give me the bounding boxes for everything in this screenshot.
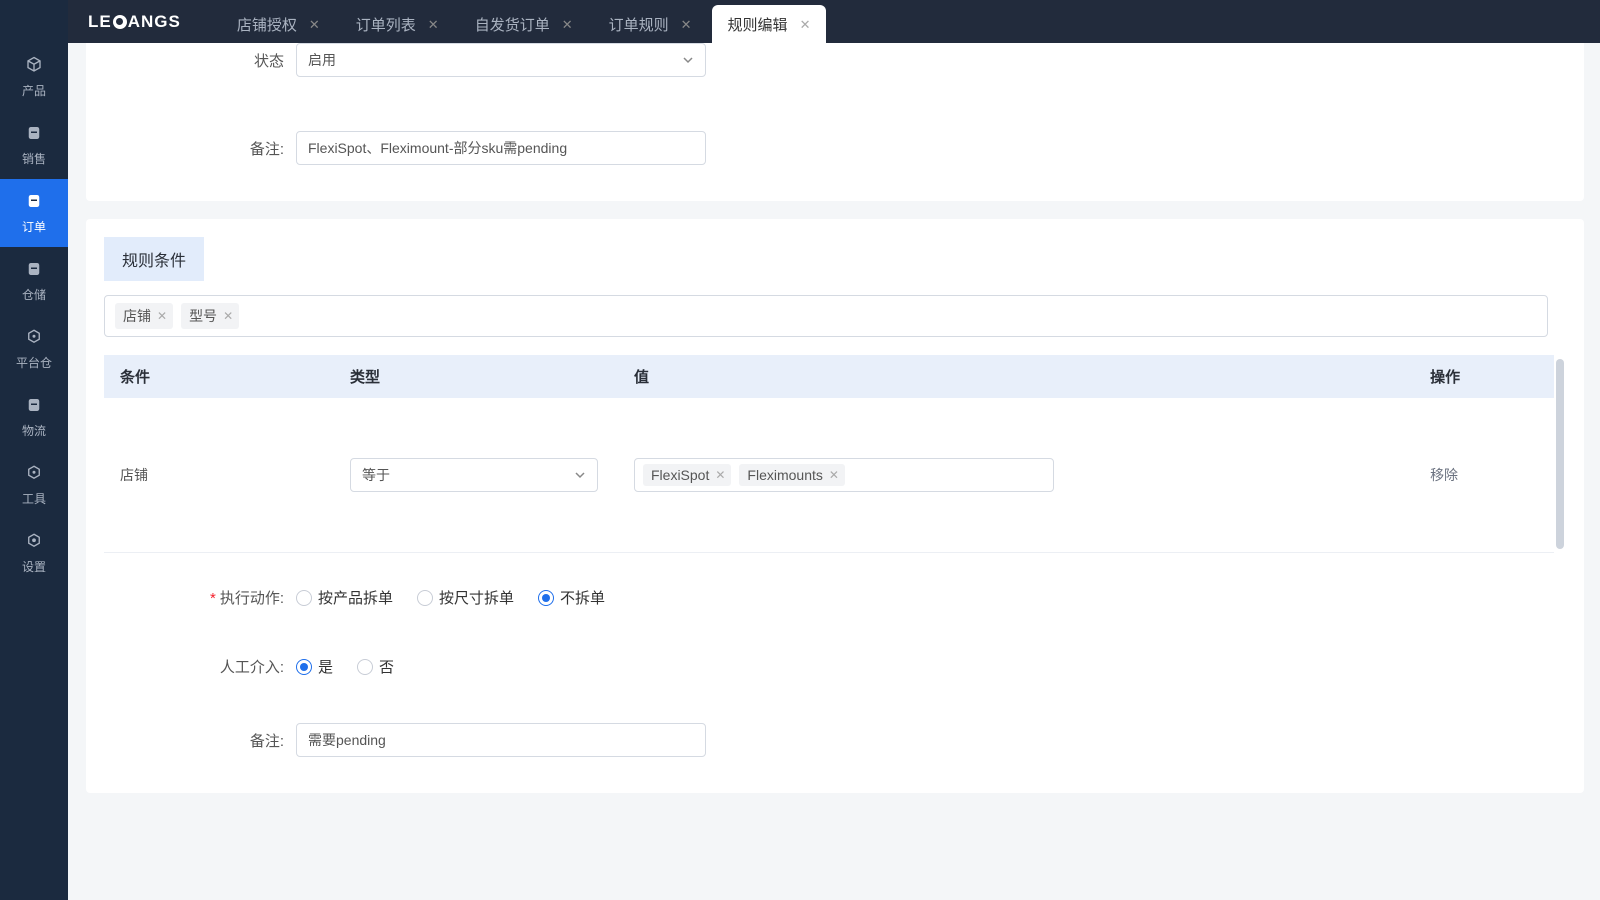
cube-icon: [25, 56, 43, 77]
close-icon[interactable]: ✕: [800, 18, 811, 31]
sidebar-item-label: 产品: [22, 82, 46, 99]
close-icon[interactable]: ✕: [223, 310, 233, 322]
sidebar-item-5[interactable]: 物流: [0, 383, 68, 451]
table-scrollbar[interactable]: [1556, 359, 1564, 549]
sidebar-item-label: 订单: [22, 218, 46, 235]
radio-label: 按尺寸拆单: [439, 587, 514, 608]
doc-icon: [25, 396, 43, 417]
sidebar-item-3[interactable]: 仓储: [0, 247, 68, 315]
sidebar-item-2[interactable]: 订单: [0, 179, 68, 247]
value-tag-input[interactable]: FlexiSpot✕ Fleximounts✕: [634, 458, 1054, 492]
status-select[interactable]: 启用: [296, 43, 706, 77]
close-icon[interactable]: ✕: [562, 18, 573, 31]
sidebar-item-label: 工具: [22, 490, 46, 507]
tab-bar: 店铺授权 ✕ 订单列表 ✕ 自发货订单 ✕ 订单规则 ✕ 规则编辑 ✕: [221, 0, 827, 43]
manual-label: 人工介入:: [166, 656, 296, 677]
th-operation: 操作: [1414, 355, 1554, 398]
sidebar-item-6[interactable]: 工具: [0, 451, 68, 519]
radio-icon: [296, 590, 312, 606]
tab-4[interactable]: 规则编辑 ✕: [712, 5, 827, 43]
doc-icon: [25, 124, 43, 145]
remark-input-top[interactable]: [296, 131, 706, 165]
conditions-table: 条件 类型 值 操作 店铺等于 FlexiSpot✕ Fleximounts✕ 移除: [104, 355, 1554, 553]
value-tag[interactable]: FlexiSpot✕: [643, 464, 731, 486]
sidebar-item-label: 物流: [22, 422, 46, 439]
close-icon[interactable]: ✕: [309, 18, 320, 31]
sidebar-item-7[interactable]: 设置: [0, 519, 68, 587]
radio-label: 是: [318, 656, 333, 677]
tab-label: 规则编辑: [728, 14, 788, 35]
exec-action-label: *执行动作:: [166, 587, 296, 608]
radio-label: 按产品拆单: [318, 587, 393, 608]
tab-1[interactable]: 订单列表 ✕: [340, 5, 455, 43]
sidebar: 产品销售订单仓储平台仓物流工具设置: [0, 0, 68, 900]
tab-label: 订单规则: [609, 14, 669, 35]
filter-tag-box[interactable]: 店铺✕ 型号✕: [104, 295, 1548, 337]
sidebar-item-label: 平台仓: [16, 354, 52, 371]
th-condition: 条件: [104, 355, 334, 398]
doc-icon: [25, 192, 43, 213]
logo-icon: [113, 15, 127, 29]
hex-icon: [25, 328, 43, 349]
sidebar-item-0[interactable]: 产品: [0, 43, 68, 111]
chevron-down-icon: [682, 54, 694, 66]
tab-0[interactable]: 店铺授权 ✕: [221, 5, 336, 43]
exec-option-1[interactable]: 按尺寸拆单: [417, 587, 514, 608]
exec-option-2[interactable]: 不拆单: [538, 587, 605, 608]
hex-icon: [25, 464, 43, 485]
doc-icon: [25, 260, 43, 281]
sidebar-item-label: 销售: [22, 150, 46, 167]
th-type: 类型: [334, 355, 618, 398]
close-icon[interactable]: ✕: [715, 469, 725, 481]
radio-icon: [357, 659, 373, 675]
gear-icon: [25, 532, 43, 553]
tab-label: 自发货订单: [475, 14, 550, 35]
manual-radio-group: 是否: [296, 656, 394, 677]
manual-option-1[interactable]: 否: [357, 656, 394, 677]
close-icon[interactable]: ✕: [157, 310, 167, 322]
close-icon[interactable]: ✕: [681, 18, 692, 31]
type-select[interactable]: 等于: [350, 458, 598, 492]
tab-label: 店铺授权: [237, 14, 297, 35]
content-area: 状态 启用 备注:: [68, 43, 1600, 900]
sidebar-item-label: 设置: [22, 558, 46, 575]
radio-icon: [296, 659, 312, 675]
th-value: 值: [618, 355, 1414, 398]
section-heading-conditions: 规则条件: [104, 237, 204, 281]
table-row: 店铺等于 FlexiSpot✕ Fleximounts✕ 移除: [104, 398, 1554, 553]
remove-row-link[interactable]: 移除: [1430, 467, 1458, 483]
action-remark-label: 备注:: [166, 730, 296, 751]
cell-condition: 店铺: [104, 398, 334, 553]
filter-tag[interactable]: 店铺✕: [115, 303, 173, 329]
tab-3[interactable]: 订单规则 ✕: [593, 5, 708, 43]
exec-option-0[interactable]: 按产品拆单: [296, 587, 393, 608]
close-icon[interactable]: ✕: [829, 469, 839, 481]
radio-label: 否: [379, 656, 394, 677]
tab-label: 订单列表: [356, 14, 416, 35]
sidebar-item-4[interactable]: 平台仓: [0, 315, 68, 383]
radio-icon: [417, 590, 433, 606]
close-icon[interactable]: ✕: [428, 18, 439, 31]
value-tag[interactable]: Fleximounts✕: [739, 464, 845, 486]
tab-2[interactable]: 自发货订单 ✕: [459, 5, 589, 43]
exec-action-radio-group: 按产品拆单 按尺寸拆单 不拆单: [296, 587, 605, 608]
filter-tag[interactable]: 型号✕: [181, 303, 239, 329]
action-remark-input[interactable]: [296, 723, 706, 757]
chevron-down-icon: [574, 469, 586, 481]
radio-icon: [538, 590, 554, 606]
topbar: LEANGS 店铺授权 ✕ 订单列表 ✕ 自发货订单 ✕ 订单规则 ✕ 规则编辑 ✕: [68, 0, 1600, 43]
manual-option-0[interactable]: 是: [296, 656, 333, 677]
sidebar-item-label: 仓储: [22, 286, 46, 303]
sidebar-item-1[interactable]: 销售: [0, 111, 68, 179]
status-label: 状态: [166, 50, 296, 71]
remark-label: 备注:: [166, 138, 296, 159]
brand-logo: LEANGS: [68, 0, 201, 43]
radio-label: 不拆单: [560, 587, 605, 608]
